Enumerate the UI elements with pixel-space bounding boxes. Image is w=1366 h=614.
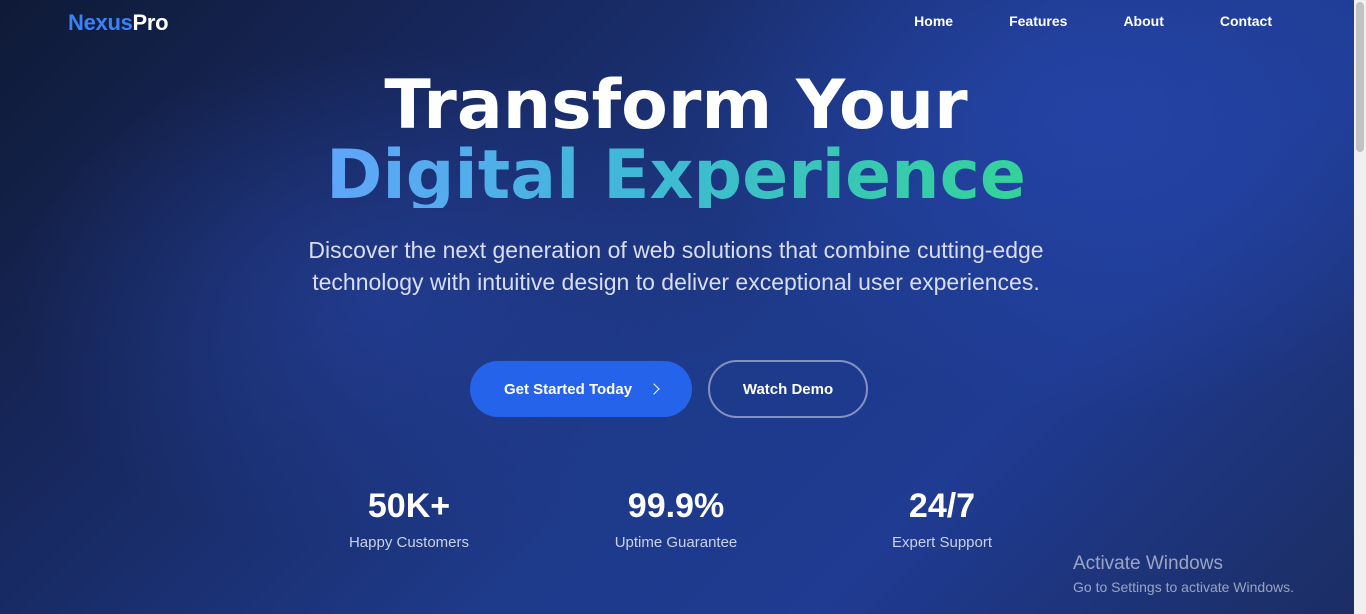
logo[interactable]: NexusPro — [68, 10, 169, 36]
watermark-title: Activate Windows — [1073, 553, 1223, 574]
logo-part-pro: Pro — [132, 10, 169, 35]
logo-part-nexus: Nexus — [68, 10, 133, 35]
vertical-scrollbar[interactable] — [1354, 0, 1366, 614]
stat-label: Happy Customers — [348, 534, 470, 551]
stat-customers: 50K+ Happy Customers — [309, 486, 509, 551]
hero-title-line1: Transform Your — [384, 66, 968, 145]
stat-label: Uptime Guarantee — [614, 534, 738, 551]
chevron-right-icon — [648, 383, 660, 395]
stat-support: 24/7 Expert Support — [842, 486, 1042, 551]
nav-link-about[interactable]: About — [1123, 13, 1163, 29]
nav-links: Home Features About Contact — [858, 13, 1272, 29]
landing-page: NexusPro Home Features About Contact Tra… — [0, 0, 1366, 614]
hero-subtitle: Discover the next generation of web solu… — [308, 237, 1044, 295]
watermark-subtitle: Go to Settings to activate Windows. — [1073, 579, 1294, 595]
nav-link-home[interactable]: Home — [914, 13, 953, 29]
watch-demo-button[interactable]: Watch Demo — [708, 360, 868, 418]
hero-buttons: Get Started Today Watch Demo — [0, 360, 1352, 418]
nav-link-features[interactable]: Features — [1009, 13, 1067, 29]
top-nav: NexusPro Home Features About Contact — [0, 0, 1354, 44]
hero-title-gradient-text: Digital Experience — [326, 142, 1026, 208]
get-started-label: Get Started Today — [503, 380, 633, 398]
stat-value: 50K+ — [367, 487, 451, 525]
nav-link-contact[interactable]: Contact — [1220, 13, 1272, 29]
stat-label: Expert Support — [891, 534, 993, 551]
stat-value: 99.9% — [627, 487, 725, 525]
get-started-button[interactable]: Get Started Today — [470, 361, 692, 417]
stat-value: 24/7 — [908, 487, 976, 525]
hero-title-line2: Digital Experience — [0, 142, 1352, 208]
stat-uptime: 99.9% Uptime Guarantee — [576, 486, 776, 551]
scrollbar-thumb[interactable] — [1356, 2, 1364, 152]
activate-windows-watermark: Activate Windows Go to Settings to activ… — [1073, 553, 1294, 597]
